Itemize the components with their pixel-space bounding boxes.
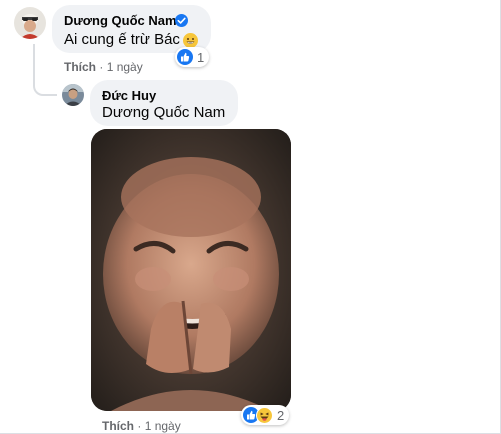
mention-link[interactable]: Dương Quốc Nam — [102, 104, 225, 121]
reaction-summary[interactable]: 2 — [241, 405, 289, 425]
comment-actions: Thích · 1 ngày — [64, 60, 143, 74]
reaction-count: 2 — [277, 408, 285, 423]
avatar[interactable] — [62, 84, 84, 106]
reply-thread-line — [33, 44, 57, 96]
comment-author[interactable]: Dương Quốc Nam — [64, 13, 177, 28]
verified-badge-icon — [175, 14, 188, 27]
timestamp[interactable]: 1 ngày — [107, 60, 143, 74]
laughing-baby-gif[interactable] — [91, 129, 291, 411]
like-reaction-icon — [177, 49, 193, 65]
avatar[interactable] — [14, 7, 46, 39]
comment-actions: Thích · 1 ngày — [102, 419, 181, 433]
separator: · — [99, 60, 104, 74]
separator: · — [137, 419, 142, 433]
like-button[interactable]: Thích — [64, 60, 96, 74]
like-button[interactable]: Thích — [102, 419, 134, 433]
haha-reaction-icon — [256, 407, 273, 424]
comment-text: Ai cung ế trừ Bác — [64, 31, 180, 48]
reaction-count: 1 — [197, 50, 205, 65]
comment-author[interactable]: Đức Huy — [102, 88, 156, 103]
timestamp[interactable]: 1 ngày — [145, 419, 181, 433]
grinning-face-icon — [183, 33, 198, 48]
reaction-summary[interactable]: 1 — [175, 47, 209, 67]
